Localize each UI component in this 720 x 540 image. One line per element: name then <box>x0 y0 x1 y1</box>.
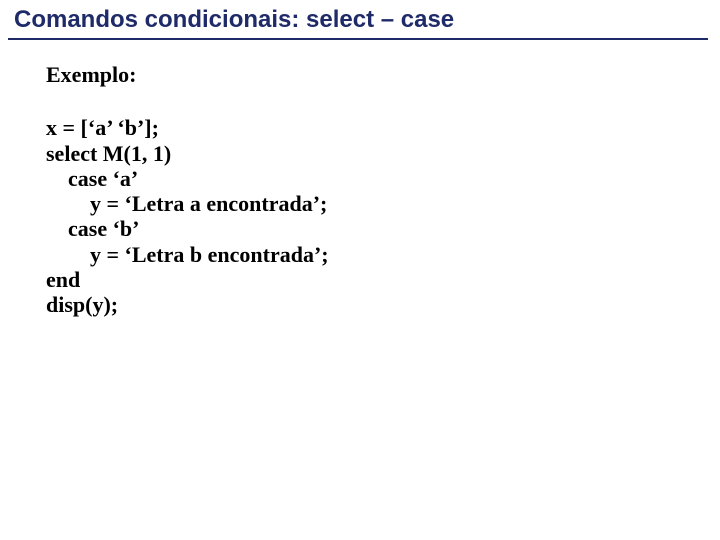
slide-body: Exemplo: x = [‘a’ ‘b’]; select M(1, 1) c… <box>0 40 720 318</box>
code-block: x = [‘a’ ‘b’]; select M(1, 1) case ‘a’ y… <box>46 115 720 317</box>
slide: Comandos condicionais: select – case Exe… <box>0 0 720 540</box>
slide-title: Comandos condicionais: select – case <box>0 0 720 38</box>
example-label: Exemplo: <box>46 62 720 87</box>
